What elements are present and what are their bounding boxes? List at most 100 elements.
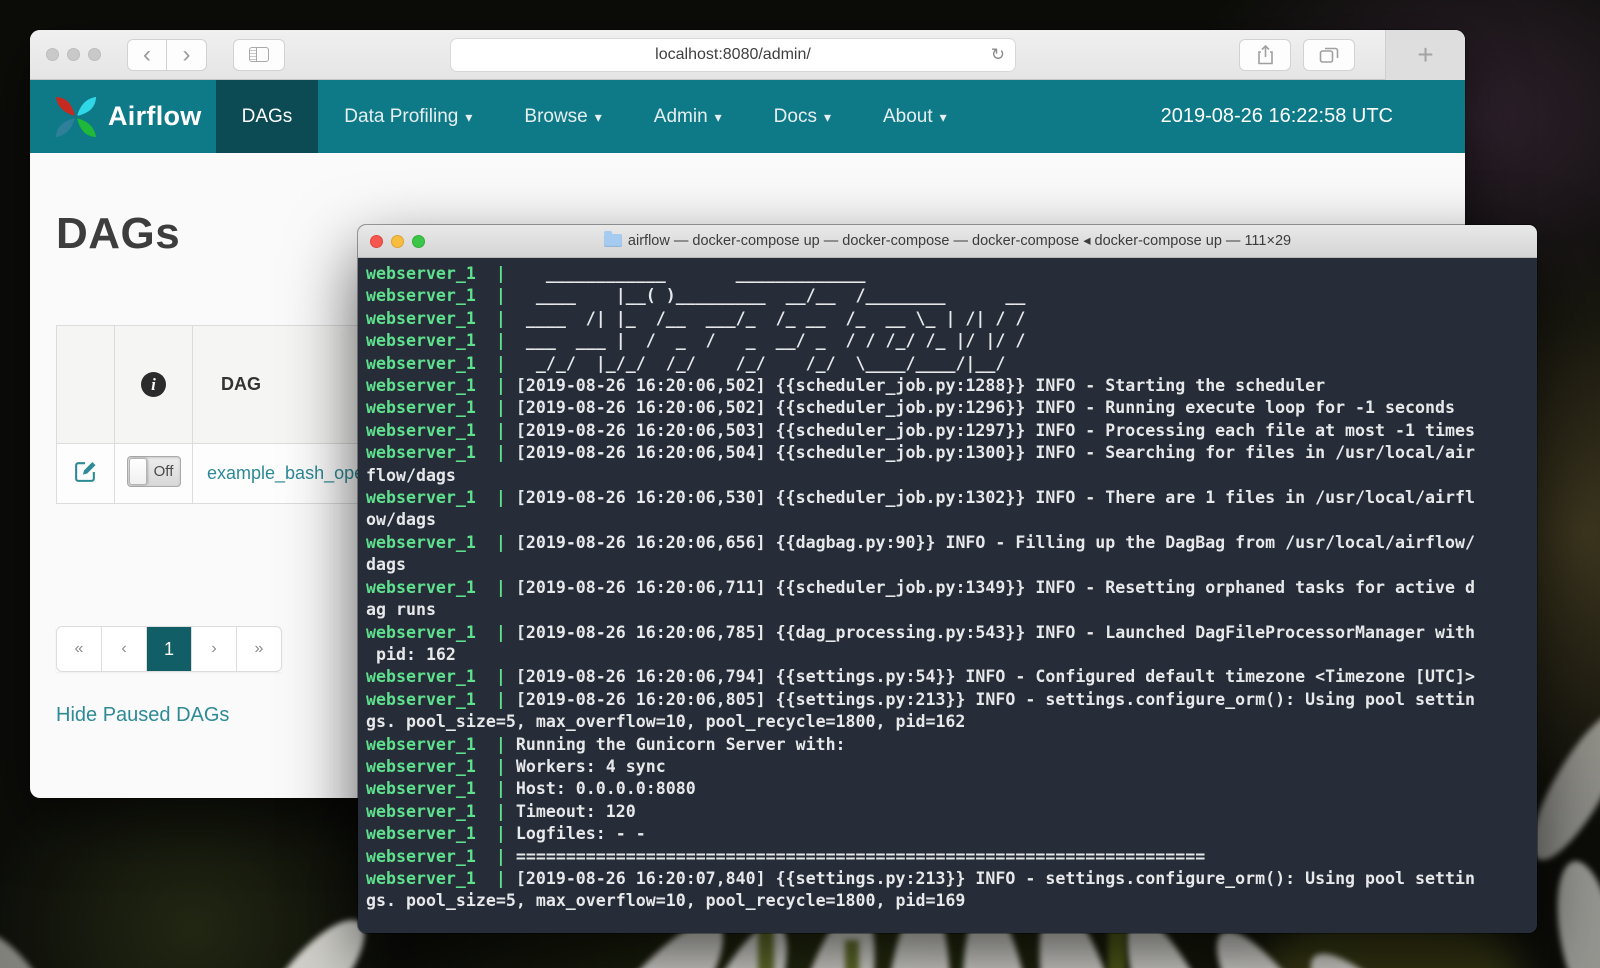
nav-item-label: Docs — [774, 106, 817, 128]
pagination-button[interactable]: ‹ — [101, 626, 147, 672]
log-service-prefix: webserver_1 | — [366, 869, 506, 888]
log-service-prefix: webserver_1 | — [366, 578, 506, 597]
terminal-log-line: webserver_1 | [2019-08-26 16:20:06,794] … — [366, 666, 1537, 688]
log-service-prefix: webserver_1 | — [366, 264, 506, 283]
log-message: [2019-08-26 16:20:06,785] {{dag_processi… — [506, 623, 1475, 642]
terminal-log-line: webserver_1 | Host: 0.0.0.0:8080 — [366, 778, 1537, 800]
terminal-log-line: webserver_1 | [2019-08-26 16:20:06,656] … — [366, 532, 1537, 554]
info-column-header: i — [115, 326, 193, 444]
edit-icon[interactable] — [73, 459, 98, 484]
terminal-log-line: webserver_1 | ==========================… — [366, 846, 1537, 868]
log-message: [2019-08-26 16:20:06,656] {{dagbag.py:90… — [506, 533, 1475, 552]
nav-item-about[interactable]: About▾ — [857, 80, 973, 153]
plus-icon: + — [1417, 39, 1433, 71]
terminal-log-line: webserver_1 | ____ /| |_ /__ ___/_ /_ __… — [366, 308, 1537, 330]
traffic-light-close-icon[interactable] — [46, 48, 59, 61]
log-message: pid: 162 — [366, 645, 456, 664]
edit-column-header — [57, 326, 115, 444]
terminal-log-line: dags — [366, 554, 1537, 576]
traffic-light-close-icon[interactable] — [370, 235, 383, 248]
traffic-light-zoom-icon[interactable] — [88, 48, 101, 61]
log-message: flow/dags — [366, 466, 456, 485]
address-bar[interactable]: localhost:8080/admin/ ↻ — [450, 38, 1016, 72]
terminal-log-line: webserver_1 | ____________ _____________ — [366, 263, 1537, 285]
terminal-log-line: webserver_1 | Running the Gunicorn Serve… — [366, 734, 1537, 756]
traffic-light-minimize-icon[interactable] — [67, 48, 80, 61]
info-circle-icon[interactable]: i — [141, 372, 166, 397]
nav-item-admin[interactable]: Admin▾ — [628, 80, 748, 153]
airflow-pinwheel-logo — [52, 93, 100, 141]
sidebar-toggle-button[interactable] — [233, 39, 285, 71]
terminal-output[interactable]: webserver_1 | ____________ _____________… — [358, 258, 1537, 933]
log-service-prefix: webserver_1 | — [366, 667, 506, 686]
log-service-prefix: webserver_1 | — [366, 824, 506, 843]
show-tabs-button[interactable] — [1303, 39, 1355, 71]
log-service-prefix: webserver_1 | — [366, 354, 506, 373]
back-icon: ‹ — [143, 43, 151, 67]
terminal-log-line: webserver_1 | Timeout: 120 — [366, 801, 1537, 823]
log-message: ____ /| |_ /__ ___/_ /_ __ /_ __ \_ | /|… — [506, 309, 1026, 328]
pagination-button[interactable]: » — [236, 626, 282, 672]
address-bar-url: localhost:8080/admin/ — [655, 46, 811, 64]
terminal-title: airflow — docker-compose up — docker-com… — [358, 233, 1537, 249]
toggle-cell: Off — [115, 444, 193, 504]
chevron-down-icon: ▾ — [715, 109, 722, 126]
new-tab-button[interactable]: + — [1385, 30, 1465, 80]
log-message: ____________ _____________ — [506, 264, 866, 283]
nav-item-browse[interactable]: Browse ▾ — [498, 80, 627, 153]
chevron-down-icon: ▾ — [940, 109, 947, 126]
browser-titlebar[interactable]: ‹ › localhost:8080/admin/ ↻ — [30, 30, 1465, 80]
daisy-petal — [1547, 856, 1600, 968]
dag-pause-toggle[interactable]: Off — [127, 456, 181, 487]
traffic-light-zoom-icon[interactable] — [412, 235, 425, 248]
log-service-prefix: webserver_1 | — [366, 376, 506, 395]
log-message: ========================================… — [506, 847, 1205, 866]
log-message: gs. pool_size=5, max_overflow=10, pool_r… — [366, 712, 965, 731]
chevron-down-icon: ▾ — [465, 109, 472, 126]
log-message: ____ |__( )_________ __/__ /________ __ — [506, 286, 1026, 305]
nav-item-docs[interactable]: Docs▾ — [748, 80, 857, 153]
log-message: dags — [366, 555, 406, 574]
terminal-log-line: webserver_1 | [2019-08-26 16:20:06,502] … — [366, 375, 1537, 397]
nav-item-data-profiling[interactable]: Data Profiling▾ — [318, 80, 498, 153]
airflow-brand[interactable]: Airflow — [30, 80, 202, 153]
forward-button[interactable]: › — [167, 39, 207, 71]
log-message: ___ ___ | / _ / _ __/ _ / / /_/ /_ |/ |/… — [506, 331, 1026, 350]
log-message: [2019-08-26 16:20:06,794] {{settings.py:… — [506, 667, 1475, 686]
terminal-log-line: webserver_1 | [2019-08-26 16:20:06,805] … — [366, 689, 1537, 711]
log-message: Timeout: 120 — [506, 802, 636, 821]
daisy-petal — [0, 915, 75, 968]
terminal-title-text: airflow — docker-compose up — docker-com… — [628, 233, 1291, 249]
reload-icon[interactable]: ↻ — [991, 45, 1005, 65]
nav-item-label: Browse — [524, 106, 587, 128]
pagination-button[interactable]: › — [191, 626, 237, 672]
pagination: «‹1›» — [56, 626, 282, 672]
log-message: ow/dags — [366, 510, 436, 529]
nav-item-dags[interactable]: DAGs — [216, 80, 319, 153]
utc-clock: 2019-08-26 16:22:58 UTC — [1161, 80, 1393, 153]
terminal-titlebar[interactable]: airflow — docker-compose up — docker-com… — [358, 225, 1537, 258]
log-service-prefix: webserver_1 | — [366, 735, 506, 754]
terminal-log-line: webserver_1 | ___ ___ | / _ / _ __/ _ / … — [366, 330, 1537, 352]
share-button[interactable] — [1239, 39, 1291, 71]
log-message: [2019-08-26 16:20:06,530] {{scheduler_jo… — [506, 488, 1475, 507]
pagination-button[interactable]: « — [56, 626, 102, 672]
hide-paused-dags-link[interactable]: Hide Paused DAGs — [56, 704, 229, 727]
log-service-prefix: webserver_1 | — [366, 331, 506, 350]
back-button[interactable]: ‹ — [127, 39, 167, 71]
terminal-log-line: webserver_1 | Workers: 4 sync — [366, 756, 1537, 778]
log-service-prefix: webserver_1 | — [366, 443, 506, 462]
flower-stem — [845, 940, 859, 968]
chevron-down-icon: ▾ — [595, 109, 602, 126]
traffic-light-minimize-icon[interactable] — [391, 235, 404, 248]
window-controls — [46, 48, 101, 61]
folder-icon — [604, 234, 622, 247]
sidebar-toggle-icon — [249, 47, 269, 62]
pagination-current-page[interactable]: 1 — [146, 626, 192, 672]
log-service-prefix: webserver_1 | — [366, 802, 506, 821]
log-service-prefix: webserver_1 | — [366, 623, 506, 642]
terminal-window: airflow — docker-compose up — docker-com… — [358, 225, 1537, 933]
airflow-navbar: Airflow DAGsData Profiling▾Browse▾Admin▾… — [30, 80, 1465, 153]
log-message: [2019-08-26 16:20:06,504] {{scheduler_jo… — [506, 443, 1475, 462]
navbar-menu: DAGsData Profiling▾Browse▾Admin▾Docs▾Abo… — [202, 80, 973, 153]
